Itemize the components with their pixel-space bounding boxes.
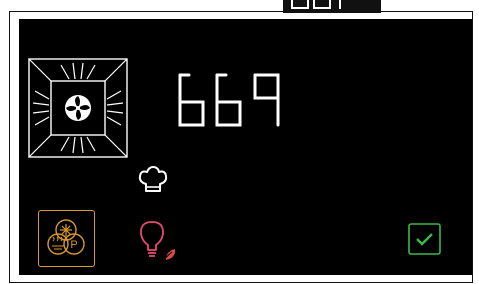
top-digit-1 (291, 0, 309, 9)
top-status-text: 66 1 (283, 0, 284, 1)
main-display: 669 (175, 70, 285, 132)
confirm-button[interactable] (408, 223, 441, 255)
eco-light-icon (140, 221, 176, 261)
seven-segment-digits (178, 73, 280, 127)
mode-button[interactable]: P (38, 210, 95, 267)
oven-fan-icon[interactable] (27, 57, 129, 159)
steam-defrost-mode-icon: P (47, 219, 85, 255)
light-button[interactable] (138, 220, 188, 262)
checkmark-icon (416, 233, 433, 246)
svg-text:P: P (70, 239, 77, 251)
top-digit-3 (339, 0, 341, 9)
top-digit-2 (313, 0, 331, 9)
chef-hat-icon[interactable] (136, 165, 170, 195)
